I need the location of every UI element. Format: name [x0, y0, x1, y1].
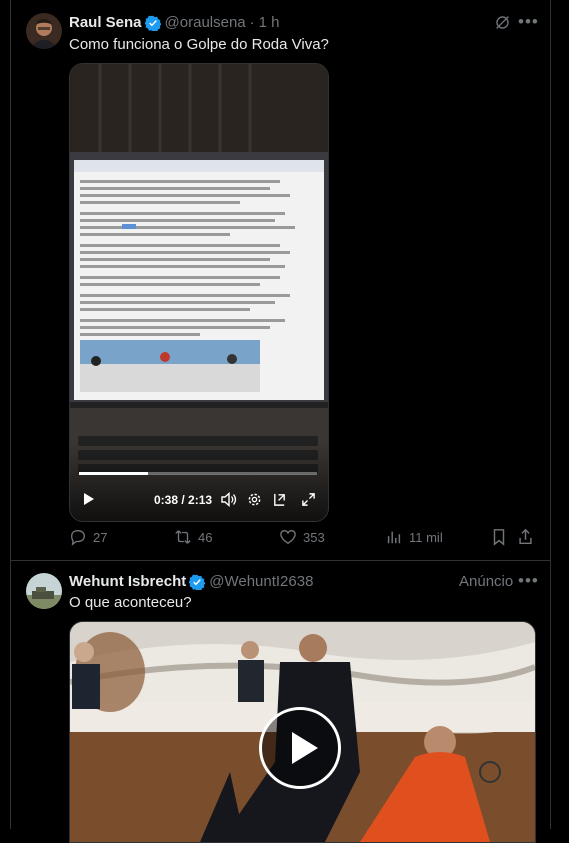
author-name[interactable]: Wehunt Isbrecht: [69, 573, 186, 590]
post-header: Wehunt Isbrecht @WehuntI2638: [69, 573, 313, 590]
picture-in-picture-icon[interactable]: [272, 492, 287, 510]
timeline-column: Raul Sena @oraulsena · 1 h ••• Como func…: [10, 0, 551, 843]
play-icon: [292, 732, 318, 764]
post-header: Raul Sena @oraulsena · 1 h: [69, 14, 280, 31]
reply-count: 27: [93, 529, 108, 545]
play-button[interactable]: [83, 492, 95, 509]
settings-gear-icon[interactable]: [247, 492, 262, 510]
like-count: 353: [303, 529, 325, 545]
author-avatar[interactable]: [26, 573, 62, 609]
post-text: Como funciona o Golpe do Roda Viva?: [69, 36, 329, 53]
play-button[interactable]: [259, 707, 341, 789]
share-button[interactable]: [517, 528, 540, 546]
promoted-post[interactable]: Wehunt Isbrecht @WehuntI2638 Anúncio •••…: [11, 561, 550, 843]
more-options-icon[interactable]: •••: [518, 12, 539, 32]
post-text: O que aconteceu?: [69, 594, 192, 611]
author-avatar[interactable]: [26, 13, 62, 49]
author-handle[interactable]: @WehuntI2638: [209, 573, 313, 590]
repost-icon: [175, 530, 191, 544]
ad-label: Anúncio: [459, 573, 514, 590]
post-time[interactable]: 1 h: [259, 14, 280, 31]
share-icon: [519, 528, 532, 545]
reply-icon: [71, 530, 85, 546]
author-handle[interactable]: @oraulsena: [165, 14, 246, 31]
post-actions: 27 46 353 11 mil: [69, 528, 543, 552]
progress-track[interactable]: [79, 472, 317, 475]
repost-button[interactable]: 46: [174, 528, 212, 546]
post-video[interactable]: 0:38 / 2:13: [69, 63, 329, 522]
bookmark-button[interactable]: [491, 528, 513, 546]
view-count: 11 mil: [409, 529, 443, 545]
controls-gradient: [70, 441, 328, 521]
video-time: 0:38 / 2:13: [154, 493, 213, 507]
like-button[interactable]: 353: [279, 528, 325, 546]
views-button[interactable]: 11 mil: [385, 528, 443, 546]
repost-count: 46: [198, 529, 213, 545]
progress-fill: [79, 472, 149, 475]
more-options-icon[interactable]: •••: [518, 571, 539, 591]
post[interactable]: Raul Sena @oraulsena · 1 h ••• Como func…: [11, 0, 550, 561]
heart-icon: [280, 530, 296, 545]
bookmark-icon: [493, 529, 505, 546]
views-chart-icon: [387, 531, 401, 544]
verified-badge-icon: [144, 15, 161, 31]
volume-icon[interactable]: [221, 491, 237, 510]
separator-dot: ·: [249, 14, 255, 31]
reply-button[interactable]: 27: [69, 528, 107, 546]
author-name[interactable]: Raul Sena: [69, 14, 142, 31]
grok-icon[interactable]: [494, 14, 511, 35]
fullscreen-icon[interactable]: [301, 492, 316, 510]
verified-badge-icon: [189, 574, 206, 590]
post-video[interactable]: [69, 621, 536, 843]
